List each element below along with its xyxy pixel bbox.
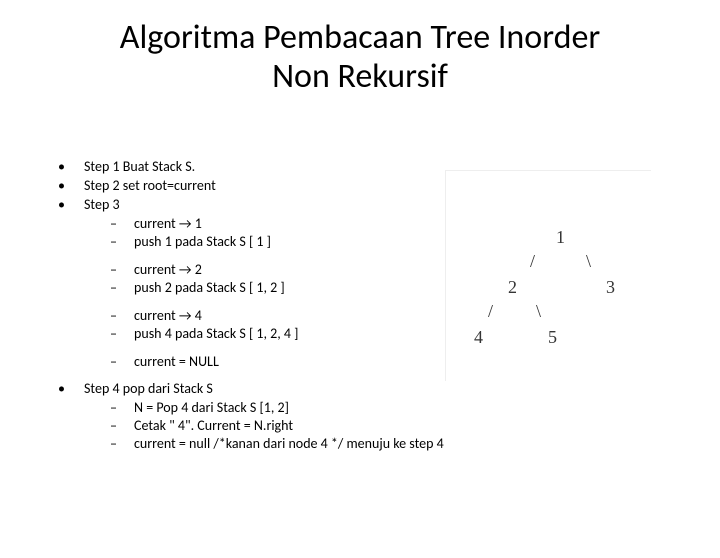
bullet-text: Step 1 Buat Stack S.	[84, 158, 195, 175]
sub-text: push 4 pada Stack S [ 1, 2, 4 ]	[134, 325, 298, 342]
sub-text: N = Pop 4 dari Stack S [1, 2]	[134, 399, 289, 416]
list-item: – push 4 pada Stack S [ 1, 2, 4 ]	[110, 325, 444, 342]
sub-text: push 1 pada Stack S [ 1 ]	[134, 233, 271, 250]
tree-diagram: 1 / \ 2 3 / \ 4 5	[445, 170, 651, 381]
dash-icon: –	[110, 261, 134, 278]
list-item: – current → 2	[110, 261, 444, 278]
list-item: – current = NULL	[110, 353, 444, 370]
dash-icon: –	[110, 233, 134, 250]
list-item: – push 2 pada Stack S [ 1, 2 ]	[110, 279, 444, 296]
dash-icon: –	[110, 279, 134, 296]
sub-text: current → 1	[134, 215, 202, 232]
dash-icon: –	[110, 307, 134, 324]
tree-edge-icon: /	[530, 250, 535, 273]
title-line-1: Algoritma Pembacaan Tree Inorder	[120, 17, 600, 58]
dash-icon: –	[110, 353, 134, 370]
sub-text: push 2 pada Stack S [ 1, 2 ]	[134, 279, 285, 296]
slide-title: Algoritma Pembacaan Tree Inorder Non Rek…	[0, 18, 720, 96]
dash-icon: –	[110, 325, 134, 342]
tree-node-5: 5	[548, 326, 557, 349]
bullet-dot-icon: •	[58, 380, 84, 397]
bullet-text: Step 4 pop dari Stack S	[84, 380, 213, 397]
sub-text: current = NULL	[134, 353, 219, 370]
sub-text: current → 2	[134, 261, 202, 278]
bullet-dot-icon: •	[58, 196, 84, 213]
dash-icon: –	[110, 435, 134, 452]
list-item: – current → 1	[110, 215, 444, 232]
step4-sublist: – N = Pop 4 dari Stack S [1, 2] – Cetak …	[110, 399, 444, 452]
step3-sublist: – current → 1 – push 1 pada Stack S [ 1 …	[110, 215, 444, 370]
list-item: – current → 4	[110, 307, 444, 324]
bullet-step-1: • Step 1 Buat Stack S.	[58, 158, 444, 175]
list-item: – push 1 pada Stack S [ 1 ]	[110, 233, 444, 250]
tree-edge-icon: \	[536, 300, 541, 323]
bullet-step-4: • Step 4 pop dari Stack S	[58, 380, 444, 397]
dash-icon: –	[110, 399, 134, 416]
bullet-step-3: • Step 3	[58, 196, 444, 213]
tree-node-1: 1	[556, 226, 565, 249]
bullet-text: Step 2 set root=current	[84, 177, 216, 194]
list-item: – current = null /*kanan dari node 4 */ …	[110, 435, 444, 452]
list-item: – Cetak " 4". Current = N.right	[110, 417, 444, 434]
dash-icon: –	[110, 417, 134, 434]
bullet-text: Step 3	[84, 196, 120, 213]
sub-text: current → 4	[134, 307, 202, 324]
tree-node-4: 4	[474, 326, 483, 349]
dash-icon: –	[110, 215, 134, 232]
body-content: • Step 1 Buat Stack S. • Step 2 set root…	[58, 158, 444, 462]
sub-text: Cetak " 4". Current = N.right	[134, 417, 293, 434]
tree-edge-icon: \	[586, 250, 591, 273]
bullet-dot-icon: •	[58, 177, 84, 194]
bullet-step-2: • Step 2 set root=current	[58, 177, 444, 194]
list-item: – N = Pop 4 dari Stack S [1, 2]	[110, 399, 444, 416]
bullet-dot-icon: •	[58, 158, 84, 175]
title-line-2: Non Rekursif	[272, 56, 448, 97]
tree-edge-icon: /	[488, 300, 493, 323]
tree-node-3: 3	[606, 276, 615, 299]
tree-node-2: 2	[508, 276, 517, 299]
sub-text: current = null /*kanan dari node 4 */ me…	[134, 435, 444, 452]
